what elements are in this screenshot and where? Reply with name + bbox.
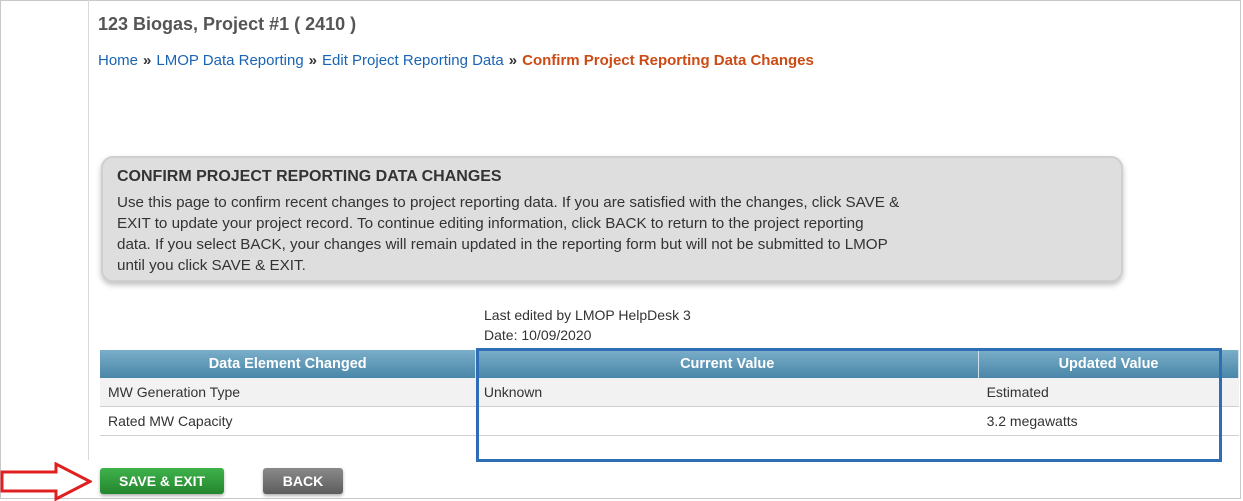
edit-metadata: Last edited by LMOP HelpDesk 3 Date: 10/…: [484, 305, 691, 345]
breadcrumb-lmop-data-reporting-link[interactable]: LMOP Data Reporting: [156, 52, 303, 69]
instructions-panel: CONFIRM PROJECT REPORTING DATA CHANGES U…: [101, 156, 1123, 282]
breadcrumb: Home» LMOP Data Reporting» Edit Project Re…: [98, 52, 814, 69]
page-title: 123 Biogas, Project #1 ( 2410 ): [98, 14, 357, 34]
breadcrumb-separator: »: [508, 52, 518, 69]
content-divider: [88, 0, 89, 460]
table-header-row: Data Element Changed Current Value Updat…: [100, 350, 1239, 378]
last-edited-date: Date: 10/09/2020: [484, 327, 592, 343]
table-cell: Rated MW Capacity: [100, 406, 476, 436]
table-cell: Unknown: [475, 378, 979, 407]
last-edited-by: Last edited by LMOP HelpDesk 3: [484, 307, 691, 323]
table-cell: 3.2 megawatts: [978, 406, 1239, 436]
instructions-heading: CONFIRM PROJECT REPORTING DATA CHANGES: [117, 168, 502, 185]
instructions-line: until you click SAVE & EXIT.: [117, 257, 306, 274]
breadcrumb-separator: »: [143, 52, 152, 69]
instructions-line: EXIT to update your project record. To c…: [117, 215, 864, 232]
table-row: MW Generation Type Unknown Estimated: [100, 378, 1239, 407]
instructions-text: Use this page to confirm recent changes …: [117, 192, 1107, 276]
instructions-line: data. If you select BACK, your changes w…: [117, 236, 888, 253]
table-cell: [475, 406, 979, 436]
column-header-data-element: Data Element Changed: [100, 350, 477, 378]
breadcrumb-current: Confirm Project Reporting Data Changes: [522, 52, 814, 69]
save-exit-button[interactable]: SAVE & EXIT: [100, 468, 224, 494]
column-header-current-value: Current Value: [475, 350, 980, 378]
table-cell: Estimated: [978, 378, 1239, 407]
breadcrumb-separator: »: [308, 52, 318, 69]
changes-table: Data Element Changed Current Value Updat…: [100, 350, 1239, 436]
breadcrumb-home-link[interactable]: Home: [98, 52, 138, 69]
right-arrow-icon: [0, 462, 92, 501]
breadcrumb-edit-project-link[interactable]: Edit Project Reporting Data: [322, 52, 504, 69]
column-header-updated-value: Updated Value: [978, 350, 1239, 378]
table-row: Rated MW Capacity 3.2 megawatts: [100, 406, 1239, 436]
instructions-line: Use this page to confirm recent changes …: [117, 194, 900, 211]
table-cell: MW Generation Type: [100, 378, 476, 407]
back-button[interactable]: BACK: [263, 468, 343, 494]
